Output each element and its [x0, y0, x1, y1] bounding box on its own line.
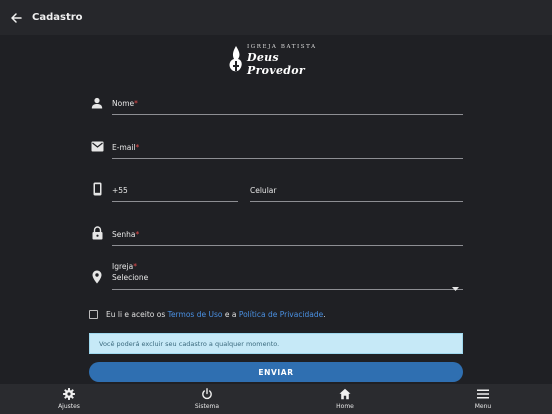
location-pin-icon	[90, 270, 104, 284]
phone-label: Celular	[250, 186, 277, 195]
password-label: Senha	[112, 230, 136, 239]
nav-item-sistema[interactable]: Sistema	[177, 388, 237, 410]
terms-suffix: .	[323, 310, 326, 319]
hamburger-icon	[477, 388, 489, 400]
phone-field[interactable]: Celular	[250, 182, 463, 202]
caret-down-icon	[452, 276, 459, 295]
nav-label: Home	[336, 403, 354, 410]
church-select[interactable]: Igreja* Selecione	[112, 260, 463, 291]
page-title: Cadastro	[32, 12, 83, 23]
church-select-value: Selecione	[112, 273, 149, 282]
terms-prefix: Eu li e aceito os	[106, 310, 168, 319]
church-label: Igreja	[112, 262, 134, 271]
info-alert-text: Você poderá excluir seu cadastro a qualq…	[99, 339, 280, 348]
terms-of-use-link[interactable]: Termos de Uso	[168, 310, 223, 319]
email-label: E-mail	[112, 143, 136, 152]
country-code-value: +55	[112, 186, 128, 195]
terms-checkbox[interactable]	[89, 310, 98, 319]
church-logo: IGREJA BATISTA Deus Provedor	[228, 43, 328, 77]
password-field[interactable]: Senha*	[112, 226, 463, 246]
terms-text: Eu li e aceito os Termos de Uso e a Polí…	[106, 310, 326, 319]
required-mark: *	[135, 230, 140, 239]
required-mark: *	[133, 262, 137, 271]
app-bar: Cadastro	[0, 0, 552, 35]
name-field[interactable]: Nome*	[112, 95, 463, 115]
nav-label: Sistema	[194, 403, 220, 410]
terms-row: Eu li e aceito os Termos de Uso e a Polí…	[89, 310, 326, 319]
arrow-left-icon[interactable]	[9, 11, 23, 25]
bottom-navigation: Ajustes Sistema Home Menu	[0, 384, 552, 414]
power-icon	[201, 388, 213, 400]
email-icon	[90, 139, 104, 153]
country-code-field[interactable]: +55	[112, 182, 238, 202]
gear-icon	[63, 388, 75, 400]
logo-text-main: Deus Provedor	[247, 50, 306, 77]
nav-item-menu[interactable]: Menu	[453, 388, 513, 410]
terms-middle: e a	[222, 310, 239, 319]
name-label: Nome	[112, 99, 135, 108]
person-icon	[90, 96, 104, 110]
nav-label: Ajustes	[58, 403, 80, 410]
nav-label: Menu	[474, 403, 492, 410]
church-emblem-icon	[228, 45, 244, 75]
home-icon	[339, 388, 351, 400]
nav-item-home[interactable]: Home	[315, 388, 375, 410]
phone-icon	[90, 182, 104, 196]
required-mark: *	[134, 99, 138, 108]
submit-button[interactable]: ENVIAR	[89, 362, 463, 382]
info-alert: Você poderá excluir seu cadastro a qualq…	[89, 333, 463, 354]
privacy-policy-link[interactable]: Política de Privacidade	[239, 310, 323, 319]
lock-icon	[90, 226, 104, 240]
logo-text-top: IGREJA BATISTA	[247, 43, 317, 50]
nav-item-ajustes[interactable]: Ajustes	[39, 388, 99, 410]
required-mark: *	[135, 143, 140, 152]
email-field[interactable]: E-mail*	[112, 139, 463, 159]
